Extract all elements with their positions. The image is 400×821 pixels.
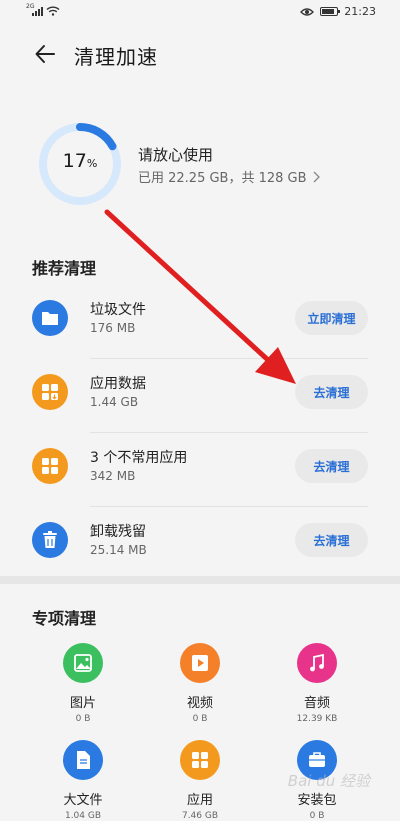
special-title: 专项清理 [32,609,97,628]
grid-size: 12.39 KB [296,714,338,724]
grid-size: 0 B [192,714,208,724]
watermark: Bai du 经验 [287,772,370,790]
item-name: 卸载残留 [90,524,146,540]
grid-size: 0 B [309,811,325,821]
document-icon [63,740,103,780]
grid-label: 大文件 [63,793,103,808]
page-title: 清理加速 [74,45,158,69]
section-separator [0,576,400,584]
battery-icon [320,7,341,16]
app-header: 清理加速 [0,30,400,78]
grid-item-large-files[interactable]: 大文件 1.04 GB [38,740,128,821]
item-size: 176 MB [90,321,136,335]
storage-percent-unit: % [86,157,98,170]
item-name: 3 个不常用应用 [90,450,188,466]
list-item-junk-files[interactable]: 垃圾文件 176 MB 立即清理 [32,285,368,359]
grid-label: 安装包 [297,793,337,808]
trash-icon [32,522,68,558]
item-name: 应用数据 [90,376,146,392]
folder-icon [32,300,68,336]
status-right: 21:23 [300,5,376,18]
signal-area: 2G [26,3,60,16]
grid-item-audio[interactable]: 音频 12.39 KB [272,643,362,724]
clock: 21:23 [344,5,376,18]
item-size: 25.14 MB [90,543,147,557]
image-icon [63,643,103,683]
grid-label: 应用 [186,793,213,808]
grid-item-videos[interactable]: 视频 0 B [155,643,245,724]
storage-summary[interactable]: 17% 请放心使用 已用 22.25 GB，共 128 GB [38,122,378,206]
eye-icon [300,7,315,16]
grid-item-apps[interactable]: 应用 7.46 GB [155,740,245,821]
apps-icon [180,740,220,780]
grid-label: 音频 [303,696,330,711]
list-item-app-data[interactable]: 应用数据 1.44 GB 去清理 [32,359,368,433]
storage-status: 请放心使用 [138,146,214,164]
storage-used[interactable]: 已用 22.25 GB，共 128 GB [138,167,320,186]
grid-label: 图片 [69,696,96,711]
storage-percent: 17% [38,150,122,172]
chevron-right-icon [313,171,320,182]
grid-item-images[interactable]: 图片 0 B [38,643,128,724]
apps-icon [32,448,68,484]
go-clean-button[interactable]: 去清理 [295,375,368,409]
grid-label: 视频 [186,696,213,711]
list-item-uninstall-residue[interactable]: 卸载残留 25.14 MB 去清理 [32,507,368,581]
storage-used-text: 已用 22.25 GB，共 128 GB [138,171,307,186]
item-size: 342 MB [90,469,136,483]
back-arrow-icon[interactable] [34,43,56,65]
status-bar: 2G 21:23 [0,0,400,26]
music-icon [297,643,337,683]
item-name: 垃圾文件 [90,302,146,318]
recommended-title: 推荐清理 [32,259,97,278]
item-size: 1.44 GB [90,395,139,409]
screen: { "status_bar": { "network": "2G", "time… [0,0,400,821]
network-type: 2G [26,3,35,10]
grid-size: 1.04 GB [64,811,102,821]
go-clean-button[interactable]: 去清理 [295,449,368,483]
video-icon [180,643,220,683]
go-clean-button[interactable]: 去清理 [295,523,368,557]
app-data-icon [32,374,68,410]
grid-size: 0 B [75,714,91,724]
storage-percent-value: 17 [62,150,87,172]
grid-size: 7.46 GB [181,811,219,821]
clean-now-button[interactable]: 立即清理 [295,301,368,335]
list-item-unused-apps[interactable]: 3 个不常用应用 342 MB 去清理 [32,433,368,507]
wifi-icon [46,6,60,16]
